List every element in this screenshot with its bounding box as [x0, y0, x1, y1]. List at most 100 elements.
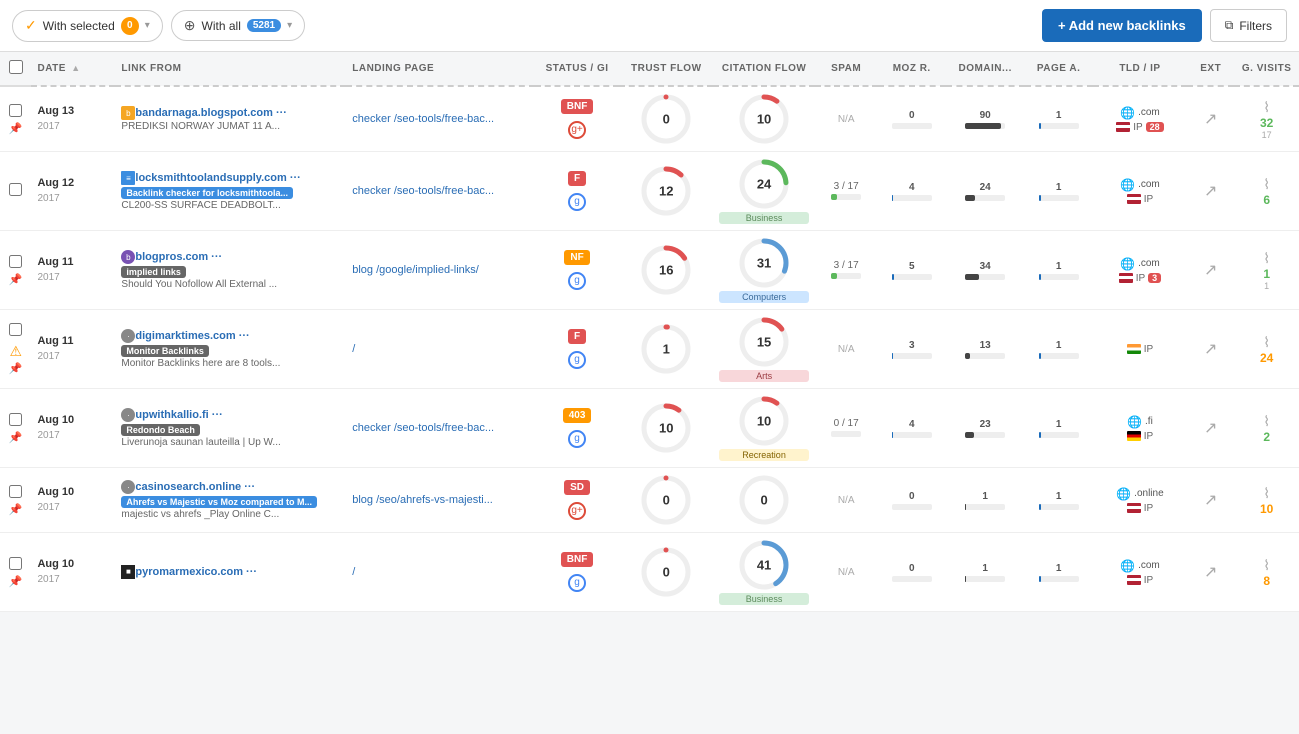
landing-page-link[interactable]: blog /google/implied-links/	[352, 264, 479, 276]
google-plus-icon: g+	[568, 121, 586, 139]
gvisits-cell: ⌇ 6	[1234, 152, 1299, 231]
link-domain[interactable]: upwithkallio.fi ···	[135, 409, 222, 421]
row-checkbox[interactable]	[9, 104, 22, 117]
landing-page-cell: checker /seo-tools/free-bac...	[346, 152, 535, 231]
domain-a-cell: 13	[946, 310, 1025, 389]
status-cell: F g	[535, 310, 619, 389]
filters-icon: ⧉	[1225, 18, 1234, 33]
link-domain[interactable]: pyromarmexico.com ···	[135, 566, 257, 578]
all-count-badge: 5281	[247, 19, 281, 32]
moz-r-cell: 0	[878, 468, 946, 533]
link-tag: Monitor Backlinks	[121, 345, 209, 357]
with-all-button[interactable]: ⊕ With all 5281 ▾	[171, 10, 305, 41]
google-icon: g	[568, 574, 586, 592]
gvisits-value: 1	[1240, 267, 1293, 281]
filters-button[interactable]: ⧉ Filters	[1210, 9, 1287, 42]
link-snippet: majestic vs ahrefs _Play Online C...	[121, 509, 340, 520]
link-domain[interactable]: casinosearch.online ···	[135, 481, 255, 493]
row-checkbox[interactable]	[9, 255, 22, 268]
sparkline-icon: ⌇	[1263, 413, 1270, 429]
citation-flow-value: 41	[757, 558, 771, 573]
citation-flow-value: 10	[757, 112, 771, 127]
row-checkbox[interactable]	[9, 557, 22, 570]
link-snippet: Liverunoja saunan lauteilla | Up W...	[121, 437, 340, 448]
landing-page-link[interactable]: checker /seo-tools/free-bac...	[352, 422, 494, 434]
citation-flow-value: 10	[757, 414, 771, 429]
chevron-down-icon: ▾	[145, 20, 150, 31]
landing-page-link[interactable]: /	[352, 566, 355, 578]
select-all-header[interactable]	[0, 52, 31, 86]
link-tag: Backlink checker for locksmithtoola...	[121, 187, 293, 199]
gvisits-value: 8	[1240, 574, 1293, 588]
select-all-checkbox[interactable]	[9, 60, 23, 74]
moz-r-cell: 5	[878, 231, 946, 310]
external-link-icon[interactable]: ↗	[1204, 262, 1217, 279]
domain-a-cell: 34	[946, 231, 1025, 310]
link-domain[interactable]: bandarnaga.blogspot.com ···	[135, 107, 287, 119]
landing-page-link[interactable]: blog /seo/ahrefs-vs-majesti...	[352, 494, 493, 506]
landing-page-link[interactable]: checker /seo-tools/free-bac...	[352, 113, 494, 125]
row-checkbox-cell[interactable]: 📌	[0, 231, 31, 310]
landing-page-link[interactable]: /	[352, 343, 355, 355]
sparkline-icon: ⌇	[1263, 99, 1270, 115]
gvisits-sub: 1	[1240, 281, 1293, 291]
trust-flow-cell: 0	[619, 468, 713, 533]
landing-page-link[interactable]: checker /seo-tools/free-bac...	[352, 185, 494, 197]
link-domain[interactable]: locksmithtoolandsupply.com ···	[135, 172, 300, 184]
row-checkbox-cell[interactable]	[0, 152, 31, 231]
trust-flow-value: 16	[659, 263, 673, 278]
citation-flow-cell: 15 Arts	[713, 310, 814, 389]
row-checkbox[interactable]	[9, 485, 22, 498]
tld-ip-cell: 🌐.com IP	[1093, 152, 1187, 231]
checkmark-icon: ✓	[25, 17, 37, 34]
external-link-icon[interactable]: ↗	[1204, 111, 1217, 128]
external-link-icon[interactable]: ↗	[1204, 564, 1217, 581]
gvisits-value: 2	[1240, 430, 1293, 444]
link-domain[interactable]: digimarktimes.com ···	[135, 330, 249, 342]
google-plus-icon: g+	[568, 502, 586, 520]
gvisits-value: 6	[1240, 193, 1293, 207]
sparkline-icon: ⌇	[1263, 250, 1270, 266]
moz-r-cell: 0	[878, 533, 946, 612]
toolbar-left: ✓ With selected 0 ▾ ⊕ With all 5281 ▾	[12, 10, 305, 42]
gvisits-cell: ⌇ 24	[1234, 310, 1299, 389]
status-cell: BNF g	[535, 533, 619, 612]
spam-cell: N/A	[815, 533, 878, 612]
tld-ip-cell: 🌐.com IP	[1093, 533, 1187, 612]
landing-page-cell: blog /seo/ahrefs-vs-majesti...	[346, 468, 535, 533]
date-cell: Aug 10 2017	[31, 468, 115, 533]
external-link-icon[interactable]: ↗	[1204, 183, 1217, 200]
row-checkbox[interactable]	[9, 413, 22, 426]
sparkline-icon: ⌇	[1263, 176, 1270, 192]
gvisits-value: 10	[1240, 502, 1293, 516]
tld-ip-cell: 🌐.com IP3	[1093, 231, 1187, 310]
link-snippet: Monitor Backlinks here are 8 tools...	[121, 358, 340, 369]
ext-cell: ↗	[1187, 86, 1234, 152]
spam-cell: 0 / 17	[815, 389, 878, 468]
status-gi-header: STATUS / GI	[535, 52, 619, 86]
sparkline-icon: ⌇	[1263, 334, 1270, 350]
row-checkbox-cell[interactable]: 📌	[0, 389, 31, 468]
external-link-icon[interactable]: ↗	[1204, 492, 1217, 509]
row-checkbox-cell[interactable]: 📌	[0, 468, 31, 533]
add-backlinks-button[interactable]: + Add new backlinks	[1042, 9, 1202, 42]
trust-flow-value: 10	[659, 421, 673, 436]
with-selected-button[interactable]: ✓ With selected 0 ▾	[12, 10, 163, 42]
link-snippet: CL200-SS SURFACE DEADBOLT...	[121, 200, 340, 211]
external-link-icon[interactable]: ↗	[1204, 341, 1217, 358]
row-checkbox-cell[interactable]: 📌	[0, 86, 31, 152]
date-header[interactable]: DATE ▲	[31, 52, 115, 86]
trust-flow-cell: 12	[619, 152, 713, 231]
link-domain[interactable]: blogpros.com ···	[135, 251, 222, 263]
row-checkbox[interactable]	[9, 323, 22, 336]
selected-count-badge: 0	[121, 17, 139, 35]
row-checkbox[interactable]	[9, 183, 22, 196]
external-link-icon[interactable]: ↗	[1204, 420, 1217, 437]
row-checkbox-cell[interactable]: ⚠ 📌	[0, 310, 31, 389]
row-checkbox-cell[interactable]: 📌	[0, 533, 31, 612]
citation-flow-value: 24	[757, 177, 771, 192]
spam-cell: 3 / 17	[815, 152, 878, 231]
ext-header: EXT	[1187, 52, 1234, 86]
gvisits-cell: ⌇ 10	[1234, 468, 1299, 533]
table-row: 📌 Aug 10 2017 · upwithkallio.fi ··· Redo…	[0, 389, 1299, 468]
